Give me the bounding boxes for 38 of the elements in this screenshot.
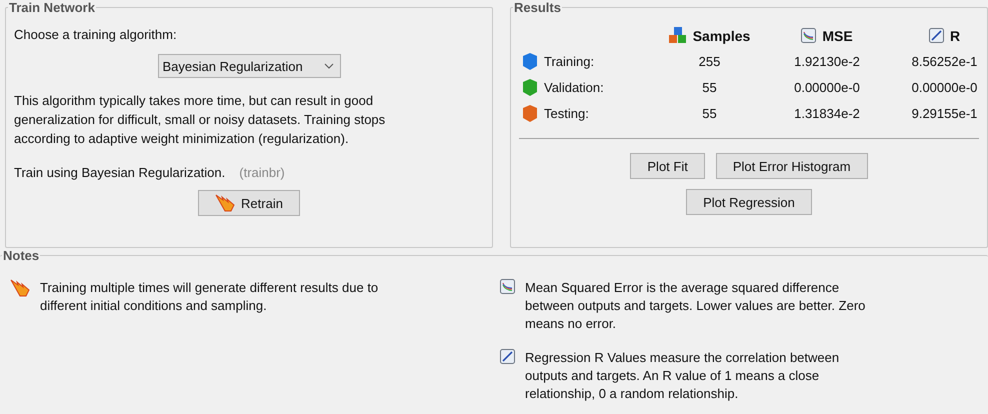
line-chart-icon xyxy=(801,28,816,43)
table-cell: 0.00000e-0 xyxy=(912,80,978,95)
chevron-icon xyxy=(324,63,334,69)
column-header: Samples xyxy=(692,28,750,44)
line-chart-icon xyxy=(500,279,515,294)
row-label: Testing: xyxy=(544,106,589,121)
retrain-button[interactable]: Retrain xyxy=(198,190,300,216)
table-cell: 0.00000e-0 xyxy=(794,80,860,95)
panel-title: Train Network xyxy=(8,0,96,15)
table-cell: 55 xyxy=(702,106,717,121)
scatter-chart-icon xyxy=(928,28,944,43)
table-cell: 1.92130e-2 xyxy=(794,54,860,69)
plot-button[interactable]: Plot Error Histogram xyxy=(716,153,868,179)
plot-button[interactable]: Plot Regression xyxy=(686,189,812,215)
algorithm-dropdown[interactable]: Bayesian Regularization xyxy=(158,54,340,78)
table-cell: 255 xyxy=(698,54,720,69)
note-text: Regression R Values measure the correlation between outputs and targets. An R value of 1 means a close relationship, 0 a random relationship. xyxy=(525,349,840,403)
cubes-icon xyxy=(668,27,687,44)
table-cell: 9.29155e-1 xyxy=(912,106,978,121)
panel-title: Notes xyxy=(2,248,40,263)
table-cell: 1.31834e-2 xyxy=(794,106,860,121)
flame-icon xyxy=(10,279,30,297)
plot-button[interactable]: Plot Fit xyxy=(630,153,705,179)
row-label: Validation: xyxy=(544,80,604,95)
column-header: MSE xyxy=(822,28,853,44)
train-using-label: Train using Bayesian Regularization. xyxy=(14,164,226,182)
table-cell: 8.56252e-1 xyxy=(912,54,978,69)
column-header: R xyxy=(950,28,960,44)
table-cell: 55 xyxy=(702,80,717,95)
flame-icon xyxy=(215,194,236,212)
scatter-chart-icon xyxy=(500,349,515,364)
algorithm-description: This algorithm typically takes more time, but can result in good generalization for difficult, small or noisy datasets. Training stops according to adaptive weight minimization (regularization). xyxy=(14,92,386,148)
row-label: Training: xyxy=(544,54,594,69)
note-text: Mean Squared Error is the average squared difference between outputs and targets. Lower values are better. Zero means no error. xyxy=(525,279,866,333)
function-name: (trainbr) xyxy=(239,164,285,182)
panel-title: Results xyxy=(513,0,562,15)
prompt-label: Choose a training algorithm: xyxy=(14,26,178,44)
note-text: Training multiple times will generate different results due to different initial conditions and sampling. xyxy=(40,279,380,315)
